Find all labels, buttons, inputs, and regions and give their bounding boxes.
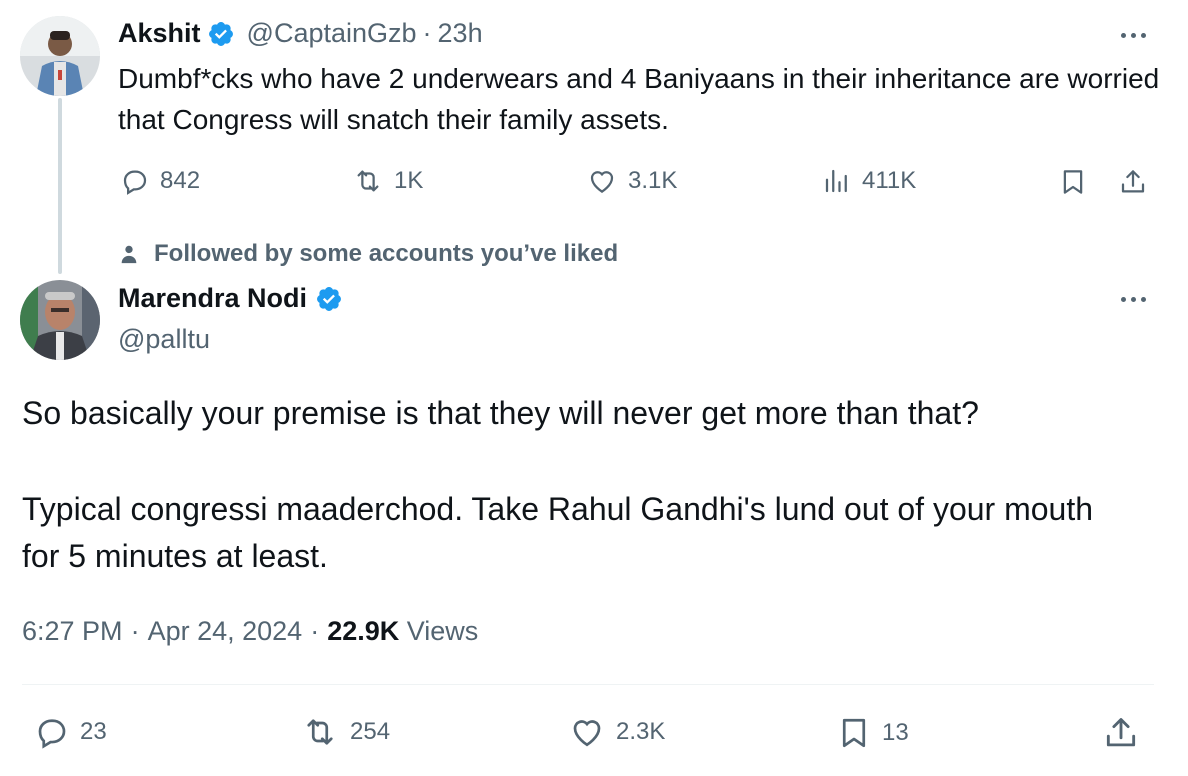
avatar-marendra[interactable] xyxy=(20,280,100,360)
tweet-metadata: 6:27 PM · Apr 24, 2024 · 22.9K Views xyxy=(22,616,478,647)
social-context-text: Followed by some accounts you’ve liked xyxy=(154,240,619,267)
separator-dot: · xyxy=(130,616,140,646)
views-button[interactable]: 411K xyxy=(822,166,916,196)
parent-tweet-header: Akshit @CaptainGzb · 23h xyxy=(118,18,483,49)
like-icon xyxy=(590,171,614,193)
repost-button[interactable]: 254 xyxy=(300,714,390,750)
reply-button[interactable]: 842 xyxy=(120,166,200,196)
social-context: Followed by some accounts you’ve liked xyxy=(118,240,618,268)
separator-dot: · xyxy=(310,616,320,646)
like-button[interactable]: 2.3K xyxy=(568,714,665,750)
author-name[interactable]: Marendra Nodi xyxy=(118,283,307,314)
share-icon xyxy=(1121,170,1145,193)
like-icon xyxy=(573,720,601,747)
share-button[interactable] xyxy=(1118,166,1148,198)
views-count: 411K xyxy=(862,167,917,194)
verified-badge-icon xyxy=(317,286,341,311)
reply-count: 23 xyxy=(80,718,107,745)
views-icon xyxy=(825,169,847,193)
parent-tweet-text: Dumbf*cks who have 2 underwears and 4 Ba… xyxy=(118,63,1160,135)
bookmark-button[interactable]: 13 xyxy=(836,714,909,752)
bookmark-icon xyxy=(842,718,866,748)
like-count: 3.1K xyxy=(628,167,678,194)
main-tweet-paragraph-2: Typical congressi maaderchod. Take Rahul… xyxy=(22,491,1094,574)
author-name[interactable]: Akshit xyxy=(118,18,201,49)
reply-count: 842 xyxy=(160,167,201,194)
repost-button[interactable]: 1K xyxy=(352,166,423,196)
repost-icon xyxy=(307,719,333,745)
bookmark-button[interactable] xyxy=(1058,166,1088,198)
bookmark-icon xyxy=(1063,170,1083,194)
main-tweet-header: Marendra Nodi xyxy=(118,283,343,314)
main-tweet-paragraph-1: So basically your premise is that they w… xyxy=(22,395,979,431)
reply-button[interactable]: 23 xyxy=(34,714,107,750)
views-label: Views xyxy=(406,616,479,646)
more-icon[interactable] xyxy=(1121,33,1146,38)
avatar-image xyxy=(20,16,100,96)
avatar-image xyxy=(20,280,100,360)
views-count[interactable]: 22.9K xyxy=(327,616,399,646)
share-icon xyxy=(1106,718,1136,747)
avatar-akshit[interactable] xyxy=(20,16,100,96)
thread-connector-line xyxy=(58,98,62,274)
like-button[interactable]: 3.1K xyxy=(586,166,677,196)
more-icon[interactable] xyxy=(1121,297,1146,302)
repost-count: 254 xyxy=(350,718,391,745)
verified-badge-icon xyxy=(208,21,233,46)
divider xyxy=(22,684,1154,685)
like-count: 2.3K xyxy=(616,718,666,745)
repost-icon xyxy=(357,170,379,192)
author-handle[interactable]: @CaptainGzb xyxy=(247,18,417,49)
tweet-date[interactable]: Apr 24, 2024 xyxy=(148,616,303,647)
author-handle[interactable]: @palltu xyxy=(118,324,210,355)
bookmark-count: 13 xyxy=(882,719,909,746)
reply-icon xyxy=(38,719,66,749)
separator-dot: · xyxy=(422,18,432,48)
repost-count: 1K xyxy=(394,167,424,194)
person-icon xyxy=(121,245,137,264)
reply-icon xyxy=(123,170,147,195)
tweet-time[interactable]: 6:27 PM xyxy=(22,616,123,647)
share-button[interactable] xyxy=(1102,714,1140,752)
tweet-time[interactable]: 23h xyxy=(438,18,483,49)
